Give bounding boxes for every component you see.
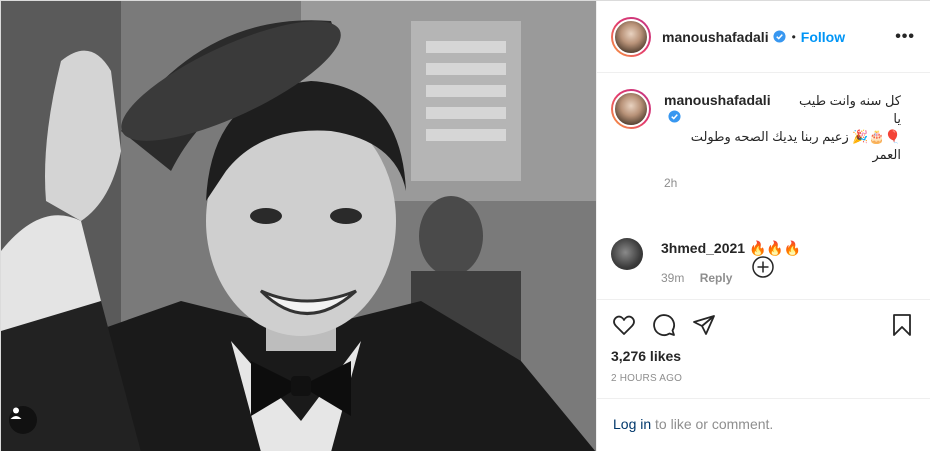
bookmark-icon — [893, 314, 911, 336]
author-avatar[interactable] — [611, 16, 651, 57]
paper-plane-icon — [693, 315, 715, 335]
likes-count[interactable]: 3,276 likes — [611, 348, 915, 364]
instagram-post: manoushafadali • Follow ••• manoushafada… — [0, 0, 930, 451]
follow-button[interactable]: Follow — [801, 29, 845, 45]
save-button[interactable] — [889, 312, 915, 338]
user-tag-icon — [10, 407, 22, 419]
author-username[interactable]: manoushafadali — [662, 29, 769, 45]
photo-illustration — [1, 1, 596, 451]
post-side-panel: manoushafadali • Follow ••• manoushafada… — [596, 1, 930, 451]
post-photo[interactable] — [1, 1, 596, 451]
verified-badge-icon — [773, 30, 786, 43]
caption-username[interactable]: manoushafadali — [664, 92, 771, 108]
caption-text-line2: 🎈🎂🎉 زعيم ربنا يديك الصحه وطولت العمر — [690, 129, 901, 162]
comment-text: 🔥🔥🔥 — [748, 240, 802, 256]
caption: manoushafadali كل سنه وانت طيب يا 🎈🎂🎉 زع… — [611, 89, 917, 190]
comment-item: 3hmed_2021 🔥🔥🔥 39m Reply — [611, 238, 801, 285]
caption-time[interactable]: 2h — [664, 176, 917, 190]
comment-username[interactable]: 3hmed_2021 — [661, 240, 745, 256]
comment-bubble-icon — [653, 314, 675, 336]
post-actions: 3,276 likes 2 HOURS AGO — [597, 299, 930, 384]
more-options-button[interactable]: ••• — [895, 28, 915, 46]
login-prompt: Log in to like or comment. — [597, 398, 930, 451]
login-link[interactable]: Log in — [613, 416, 651, 432]
tag-user-button[interactable] — [9, 406, 37, 434]
separator-dot: • — [791, 29, 796, 44]
caption-text-line1: كل سنه وانت طيب يا — [799, 93, 901, 126]
share-button[interactable] — [691, 312, 717, 338]
post-header: manoushafadali • Follow ••• — [597, 1, 930, 73]
verified-badge-icon — [668, 110, 681, 123]
commenter-avatar[interactable] — [611, 238, 643, 270]
heart-icon — [613, 315, 635, 335]
like-button[interactable] — [611, 312, 637, 338]
caption-avatar[interactable] — [611, 89, 651, 129]
post-timestamp: 2 HOURS AGO — [611, 373, 683, 384]
login-prompt-text: to like or comment. — [651, 416, 774, 432]
comment-time[interactable]: 39m — [661, 271, 684, 285]
comment-button[interactable] — [651, 312, 677, 338]
reply-button[interactable]: Reply — [700, 271, 733, 285]
